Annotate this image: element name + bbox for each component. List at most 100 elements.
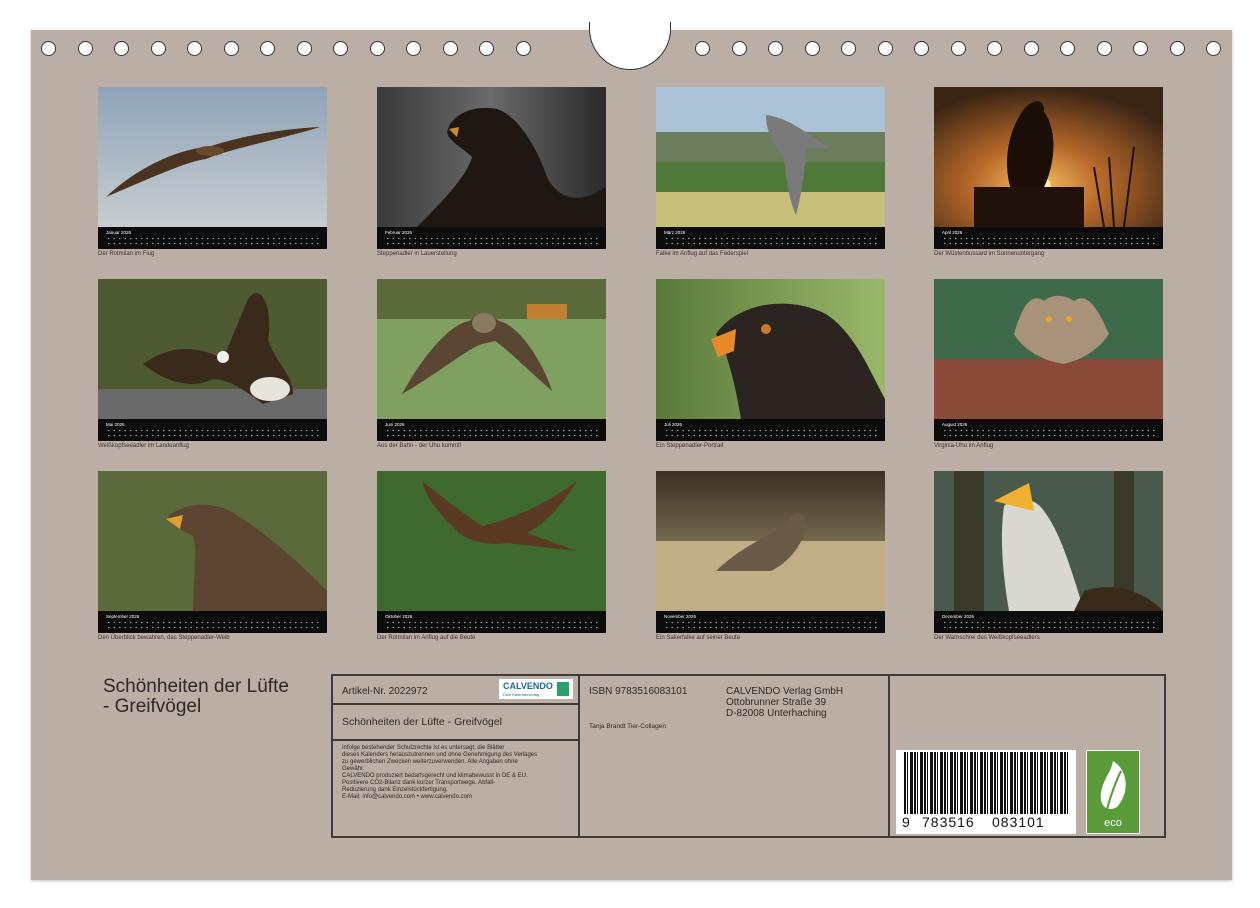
day-grid: [942, 428, 1157, 438]
publisher-address: CALVENDO Verlag GmbH Ottobrunner Straße …: [726, 686, 844, 719]
day-grid: [106, 236, 321, 246]
binding-hole: [1133, 41, 1148, 56]
calendar-strip: März 2026: [656, 227, 885, 249]
calendar-strip: Februar 2026: [377, 227, 606, 249]
binding-hole: [479, 41, 494, 56]
barcode: 9 783516 083101: [896, 750, 1076, 834]
calendar-strip: August 2026: [934, 419, 1163, 441]
month-label: Dezember 2026: [942, 614, 975, 619]
photo-red-kite-prey: [377, 471, 606, 611]
binding-hole: [150, 41, 166, 56]
photo-falcon-approach: [656, 87, 885, 227]
binding-hole: [406, 41, 421, 56]
binding-hole: [41, 41, 56, 56]
month-label: April 2026: [942, 230, 963, 235]
photo-caption: Den Überblick bewahren, das Steppenadler…: [98, 635, 230, 641]
imprint-box: Artikel-Nr. 2022972 CALVENDO Dein Kalend…: [331, 674, 1166, 838]
month-label: Juli 2026: [664, 422, 683, 427]
photo-caption: Aus der Bahn - der Uhu kommt!: [377, 443, 462, 449]
binding-hole: [731, 41, 747, 56]
binding-hole: [877, 41, 893, 56]
calendar-strip: September 2026: [98, 611, 327, 633]
month-label: August 2026: [942, 422, 968, 427]
photo-caption: Ein Steppenadler-Portrait: [656, 443, 724, 449]
binding-hole: [515, 41, 531, 56]
binding-hole: [914, 41, 929, 56]
binding-hole: [1060, 41, 1075, 56]
divider: [333, 739, 578, 741]
legal-text: Infolge bestehender Schutzrechte ist es …: [342, 745, 538, 800]
binding-hole: [187, 41, 202, 56]
calendar-strip: Dezember 2026: [934, 611, 1163, 633]
day-grid: [106, 428, 321, 438]
photo-caption: Ein Sakerfalke auf seiner Beute: [656, 635, 741, 641]
title-line-2: - Greifvögel: [103, 696, 202, 717]
binding-hole: [296, 41, 312, 56]
photo-saker-falcon: [656, 471, 885, 611]
month-label: Mai 2026: [106, 422, 125, 427]
author: Tanja Brandt Tier-Collagen: [589, 723, 666, 730]
binding-hole: [1023, 41, 1039, 56]
eco-badge: eco: [1086, 750, 1140, 834]
day-grid: [106, 620, 321, 630]
calendar-title: Schönheiten der Lüfte - Greifvögel: [103, 677, 289, 717]
photo-bald-eagle-landing: [98, 279, 327, 419]
binding-hole: [950, 41, 966, 56]
binding-hole: [768, 41, 783, 56]
calendar-strip: Januar 2026: [98, 227, 327, 249]
day-grid: [942, 620, 1157, 630]
divider: [333, 703, 578, 705]
month-label: Januar 2026: [106, 230, 132, 235]
binding-hole: [77, 41, 93, 56]
month-label: Oktober 2026: [385, 614, 413, 619]
month-label: Februar 2026: [385, 230, 413, 235]
day-grid: [385, 428, 600, 438]
logo-mark-icon: [557, 682, 569, 696]
day-grid: [664, 236, 879, 246]
calendar-strip: November 2026: [656, 611, 885, 633]
photo-caption: Steppenadler in Lauerstellung: [377, 251, 457, 257]
month-label: Juni 2026: [385, 422, 405, 427]
month-label: März 2026: [664, 230, 686, 235]
binding-hole: [223, 41, 239, 56]
day-grid: [664, 620, 879, 630]
divider: [578, 676, 580, 836]
calendar-strip: April 2026: [934, 227, 1163, 249]
title-line-1: Schönheiten der Lüfte: [103, 676, 289, 697]
month-label: September 2026: [106, 614, 140, 619]
photo-caption: Der Wüstenbussard im Sonnenuntergang: [934, 251, 1045, 257]
photo-caption: Falke im Anflug auf das Federspiel: [656, 251, 749, 257]
calendar-strip: Oktober 2026: [377, 611, 606, 633]
binding-hole: [987, 41, 1002, 56]
photo-steppe-eagle-lurking: [377, 87, 606, 227]
article-number: Artikel-Nr. 2022972: [342, 686, 428, 697]
barcode-bars: [904, 752, 1068, 814]
photo-harris-hawk-sunset: [934, 87, 1163, 227]
eco-label: eco: [1104, 817, 1122, 829]
divider: [888, 676, 890, 836]
photo-caption: Virginia-Uhu im Anflug: [934, 443, 994, 449]
calendar-strip: Juli 2026: [656, 419, 885, 441]
binding-hole: [442, 41, 458, 56]
day-grid: [385, 236, 600, 246]
photo-caption: Der Rotmilan im Flug: [98, 251, 155, 257]
binding-hole: [695, 41, 710, 56]
binding-hole: [804, 41, 820, 56]
day-grid: [385, 620, 600, 630]
binding-hole: [369, 41, 385, 56]
photo-caption: Der Warnschrei des Weißkopfseeadlers: [934, 635, 1040, 641]
calendar-strip: Mai 2026: [98, 419, 327, 441]
photo-caption: Weißkopfseeadler im Landeanflug: [98, 443, 189, 449]
calendar-strip: Juni 2026: [377, 419, 606, 441]
photo-owl-low-flight: [377, 279, 606, 419]
binding-hole: [841, 41, 856, 56]
month-label: November 2026: [664, 614, 697, 619]
binding-hole: [1169, 41, 1185, 56]
binding-hole: [1096, 41, 1112, 56]
binding-hole: [333, 41, 348, 56]
binding-hole: [114, 41, 129, 56]
photo-bald-eagle-scream: [934, 471, 1163, 611]
imprint-title: Schönheiten der Lüfte - Greifvögel: [342, 716, 502, 728]
photo-caption: Der Rotmilan im Anflug auf die Beute: [377, 635, 476, 641]
photo-steppe-eagle-portrait: [656, 279, 885, 419]
